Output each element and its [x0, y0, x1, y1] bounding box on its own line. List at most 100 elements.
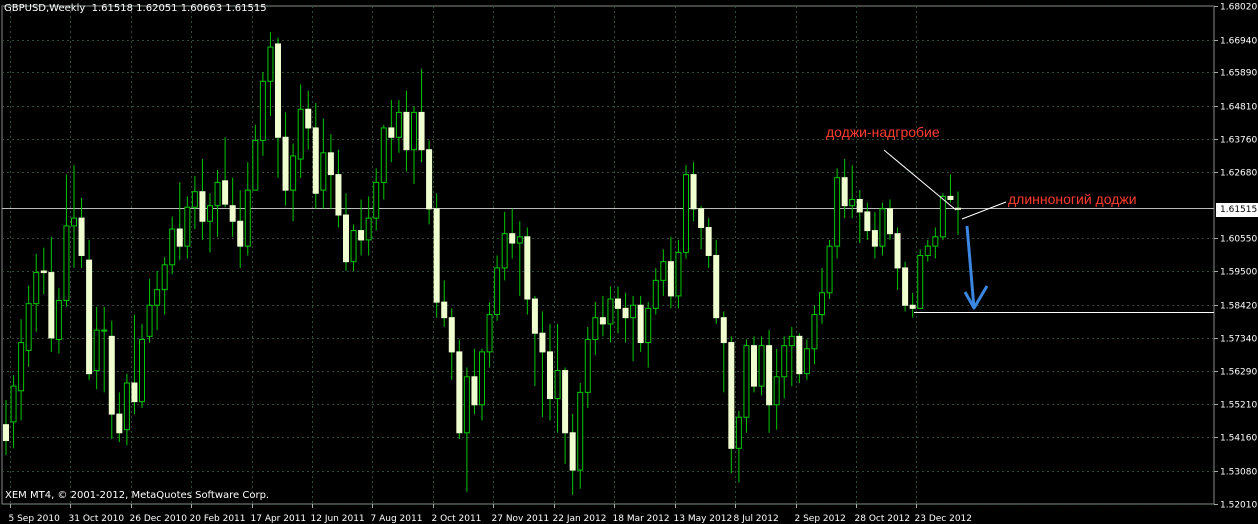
candle-body-bull	[758, 345, 765, 387]
candle-body-bull	[297, 108, 304, 160]
candle-body-bull	[924, 245, 931, 256]
x-tick-label: 20 Feb 2011	[190, 514, 246, 524]
candle-body-bull	[592, 317, 599, 340]
candle-body-bear	[728, 342, 735, 449]
candle-body-bull	[652, 279, 659, 309]
candle-body-bull	[365, 217, 372, 241]
candle-body-bull	[101, 329, 108, 332]
candle-body-bull	[735, 416, 742, 449]
candle-body-bull	[259, 80, 266, 141]
candle-body-bull	[55, 300, 62, 340]
candle-body-bull	[584, 338, 591, 393]
candle-body-bull	[350, 230, 357, 263]
candle-body-bull	[607, 298, 614, 325]
x-tick-label: 17 Apr 2011	[251, 514, 307, 524]
candle-body-bear	[902, 267, 909, 306]
candle-body-bull	[18, 342, 25, 392]
candle-body-bear	[509, 233, 516, 244]
candle-body-bull	[184, 206, 191, 247]
candle-body-bull	[577, 391, 584, 471]
y-tick-label: 1.64810	[1220, 103, 1257, 113]
candle-body-bear	[569, 432, 576, 471]
candle-body-bull	[93, 329, 100, 372]
candle-body-bull	[373, 181, 380, 219]
candle-body-bull	[773, 376, 780, 406]
candle-body-bull	[743, 345, 750, 418]
candle	[456, 339, 463, 439]
candle-body-bear	[3, 424, 9, 442]
y-tick-label: 1.54160	[1220, 434, 1257, 444]
candle-body-bear	[86, 259, 93, 375]
candle-body-bear	[433, 208, 440, 303]
candle	[834, 168, 841, 259]
y-tick-label: 1.55210	[1220, 401, 1257, 411]
annotation-longlegged-doji: длинноногий доджи	[1008, 191, 1137, 207]
candle-body-bull	[917, 254, 924, 309]
candle	[917, 249, 924, 309]
candle-body-bull	[788, 335, 795, 347]
x-tick-label: 23 Dec 2012	[915, 514, 973, 524]
candle-body-bear	[562, 370, 569, 434]
candle-body-bull	[630, 304, 637, 319]
candle-body-bull	[660, 261, 667, 281]
candle-body-bull	[826, 245, 833, 294]
candle-body-bear	[327, 152, 334, 176]
candle-body-bear	[418, 111, 425, 151]
y-tick-label: 1.66940	[1220, 37, 1257, 47]
candle-body-bear	[615, 298, 621, 309]
candle-body-bull	[139, 338, 145, 403]
y-tick-label: 1.60550	[1220, 235, 1257, 245]
candle-body-bear	[40, 270, 47, 274]
candle-body-bear	[690, 174, 697, 210]
x-tick-label: 8 Jul 2012	[734, 514, 779, 524]
candle-body-bear	[524, 236, 531, 300]
y-tick-label: 1.57340	[1220, 335, 1257, 345]
x-tick-label: 12 Jun 2011	[311, 514, 365, 524]
candle-body-bull	[781, 345, 788, 378]
candle-body-bear	[887, 208, 893, 235]
candle-body-bear	[766, 345, 773, 406]
candle-body-bear	[448, 317, 455, 353]
candle-body-bull	[267, 46, 274, 82]
candle-body-bear	[48, 272, 55, 339]
candle-body-bull	[154, 289, 161, 306]
x-tick-label: 31 Oct 2010	[69, 514, 125, 524]
candle-body-bull	[33, 272, 40, 305]
candle-body-bear	[947, 195, 954, 200]
candle-body-bull	[463, 376, 470, 434]
candle-body-bear	[237, 220, 244, 247]
candle-body-bull	[939, 195, 946, 238]
y-tick-label: 1.63760	[1220, 136, 1257, 146]
candle-body-bull	[207, 205, 213, 222]
candle-body-bull	[683, 174, 689, 253]
candle	[902, 261, 909, 312]
candle-body-bull	[161, 264, 168, 291]
candle-body-bear	[667, 261, 674, 297]
chart-background	[0, 0, 1258, 524]
candle-body-bull	[501, 233, 508, 269]
candle-body-bear	[222, 180, 229, 205]
x-tick-label: 26 Dec 2010	[130, 514, 188, 524]
candle-body-bear	[282, 136, 289, 191]
candle-body-bull	[395, 111, 402, 138]
x-tick-label: 22 Jan 2012	[553, 514, 607, 524]
candle	[758, 336, 765, 396]
ohlc-readout: 1.61518 1.62051 1.60663 1.61515	[91, 3, 267, 14]
candle-body-bull	[516, 236, 523, 244]
candle-body-bull	[479, 351, 485, 406]
candle-body-bull	[811, 314, 818, 350]
candle-body-bull	[191, 191, 198, 208]
candle-body-bear	[108, 335, 115, 415]
candle-body-bear	[841, 177, 848, 207]
candle-body-bear	[305, 108, 312, 129]
y-tick-label: 1.53080	[1220, 468, 1257, 478]
candle-body-bull	[214, 181, 221, 207]
candle-body-bear	[199, 191, 206, 222]
candle-body-bull	[411, 111, 417, 151]
candle-body-bear	[864, 211, 871, 232]
candle	[86, 239, 93, 380]
candle-body-bull	[146, 304, 153, 337]
candle-body-bear	[312, 127, 319, 194]
candle-body-bull	[320, 152, 327, 191]
candle-body-bear	[441, 301, 448, 319]
